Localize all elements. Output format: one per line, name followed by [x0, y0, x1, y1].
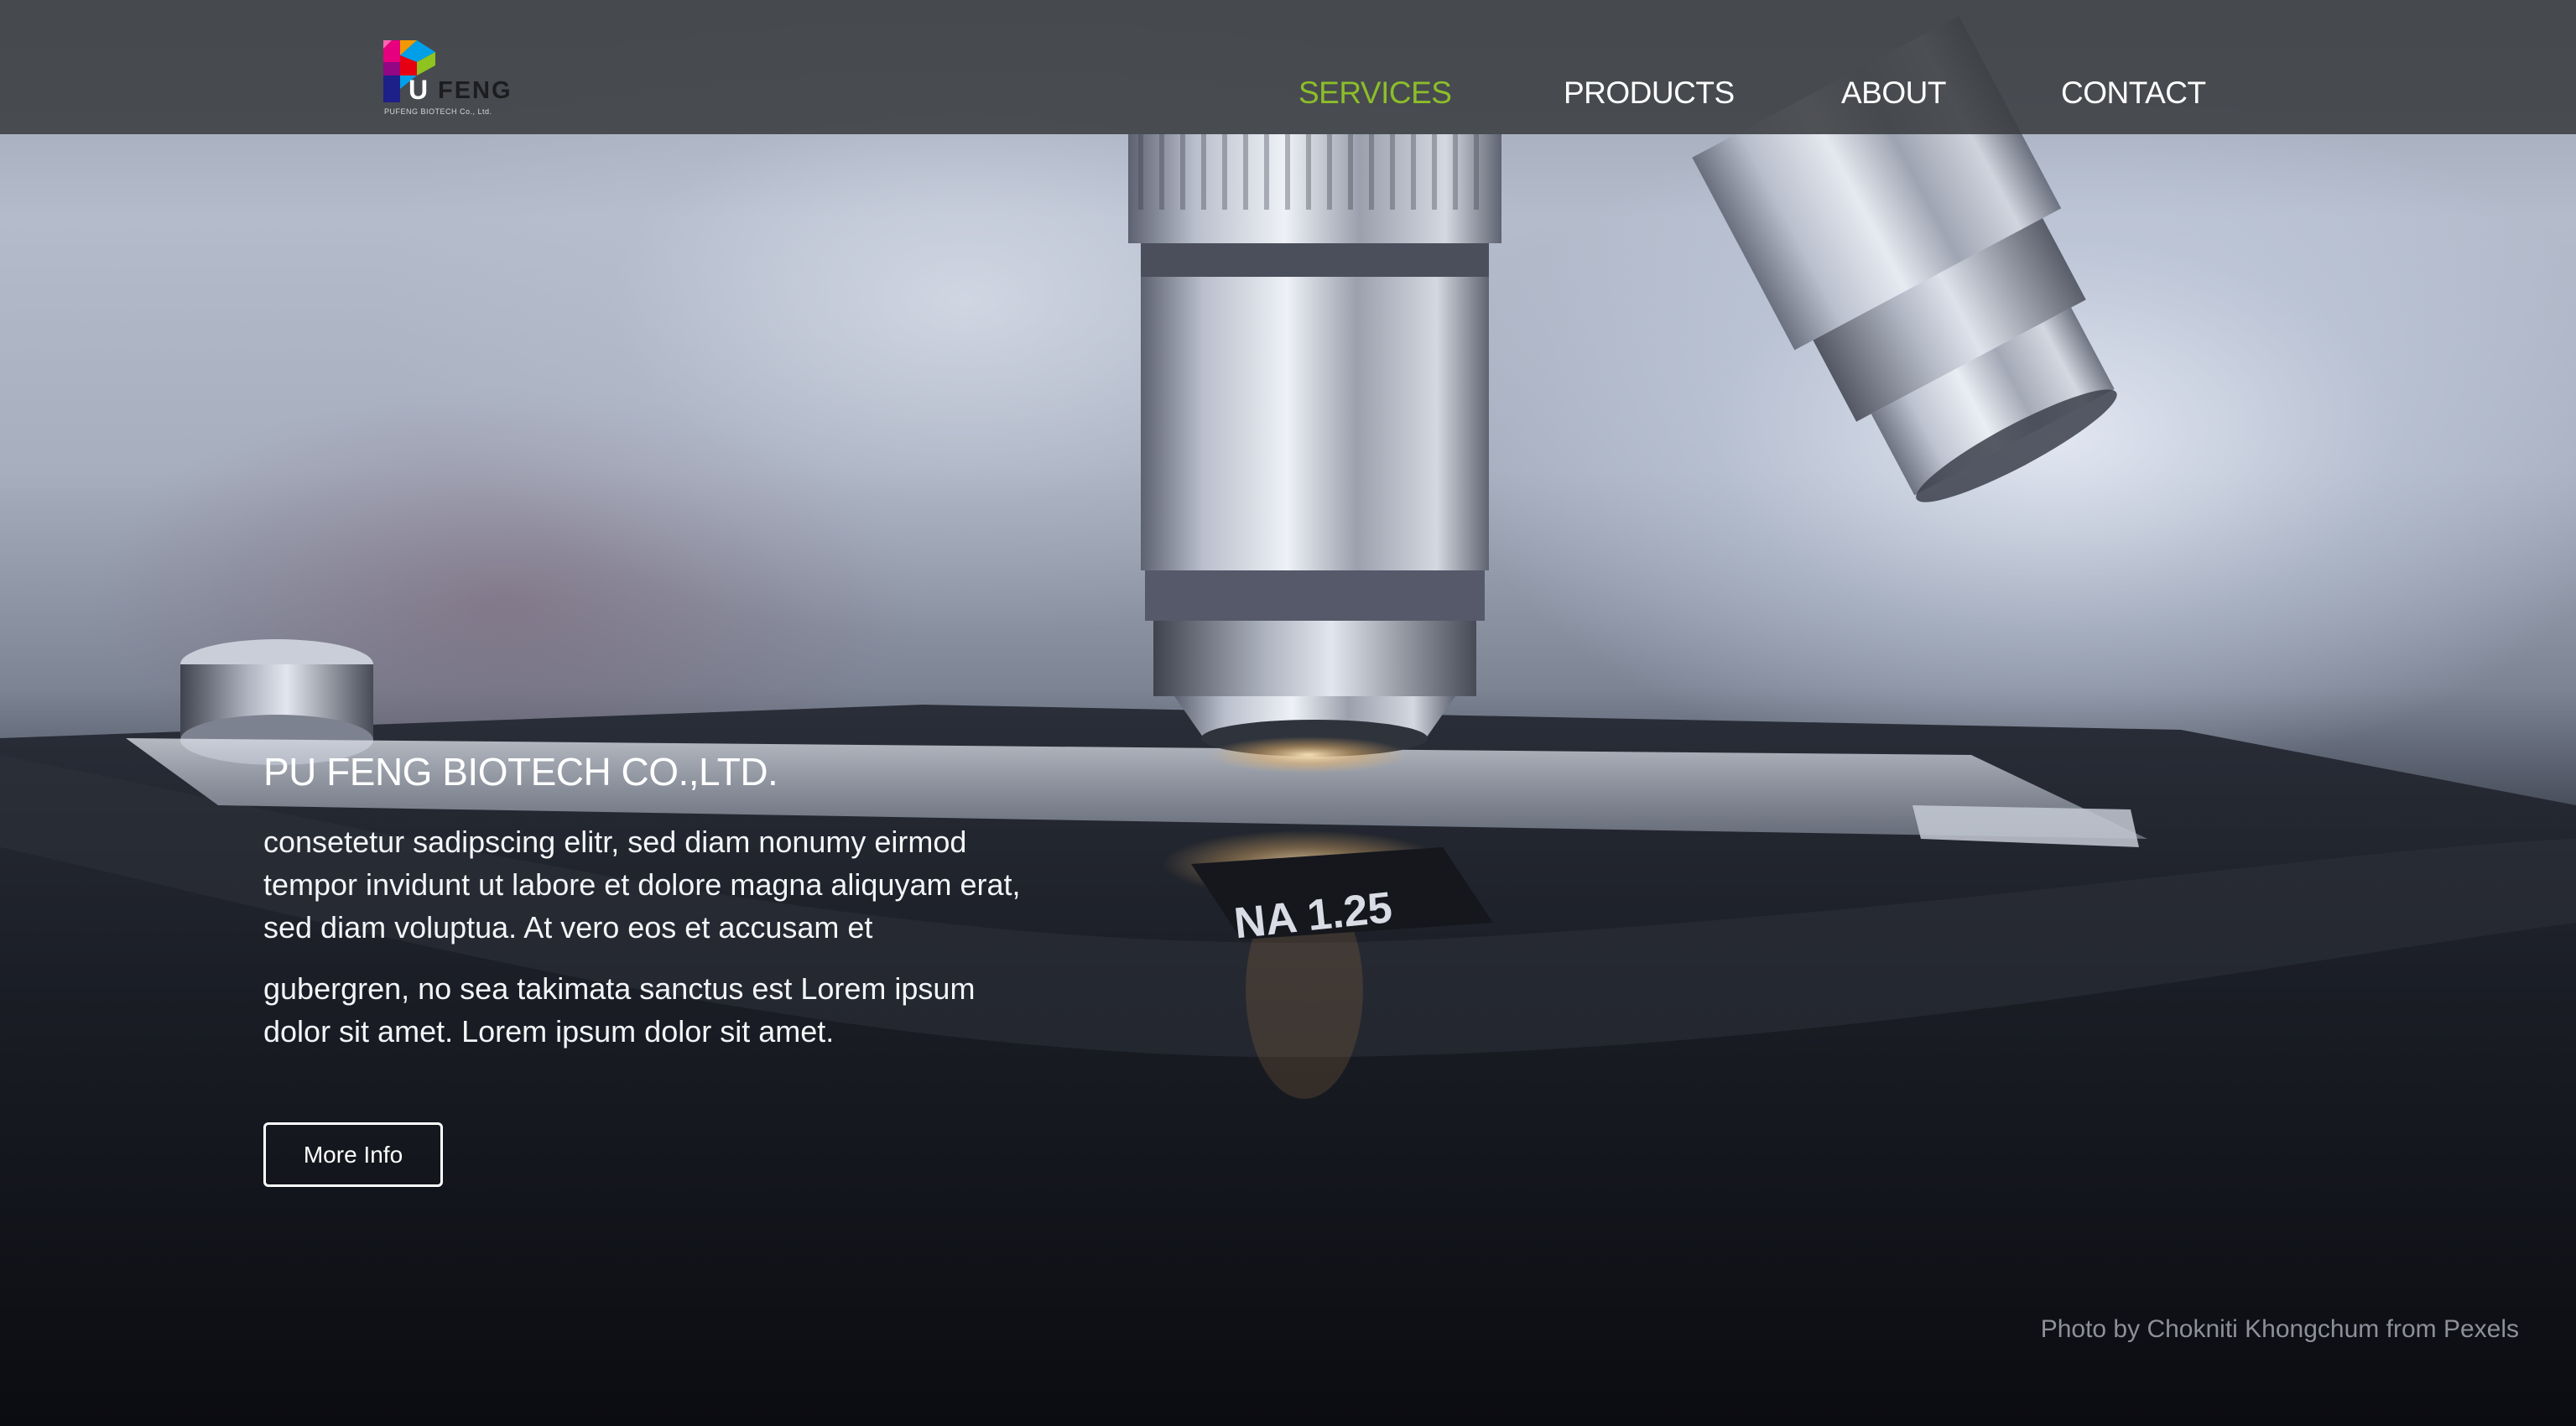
hero-paragraph-2: gubergren, no sea takimata sanctus est L… — [263, 971, 976, 1049]
logo-subtitle: PUFENG BIOTECH Co., Ltd. — [384, 107, 492, 116]
pufeng-logo[interactable]: U FENG PUFENG BIOTECH Co., Ltd. — [382, 37, 533, 121]
site-header: U FENG PUFENG BIOTECH Co., Ltd. SERVICES… — [0, 0, 2576, 134]
logo-letter: U — [409, 75, 429, 105]
nav-products[interactable]: PRODUCTS — [1564, 72, 1735, 114]
microscope-photo-illustration: NA 1.25 — [0, 15, 2576, 1426]
nav-contact[interactable]: CONTACT — [2061, 72, 2206, 114]
photo-credit: Photo by Chokniti Khongchum from Pexels — [2040, 1315, 2519, 1343]
hero-title: PU FENG BIOTECH CO.,LTD. — [263, 750, 778, 794]
more-info-button[interactable]: More Info — [263, 1122, 443, 1187]
logo-wordmark: FENG — [438, 77, 513, 104]
nav-about[interactable]: ABOUT — [1841, 72, 1946, 114]
landing-page: NA 1.25 U FENG PUFENG BIOTECH Co., Ltd. … — [0, 0, 2576, 1426]
nav-services[interactable]: SERVICES — [1298, 72, 1452, 114]
hero-paragraph-1: consetetur sadipscing elitr, sed diam no… — [263, 825, 1021, 945]
